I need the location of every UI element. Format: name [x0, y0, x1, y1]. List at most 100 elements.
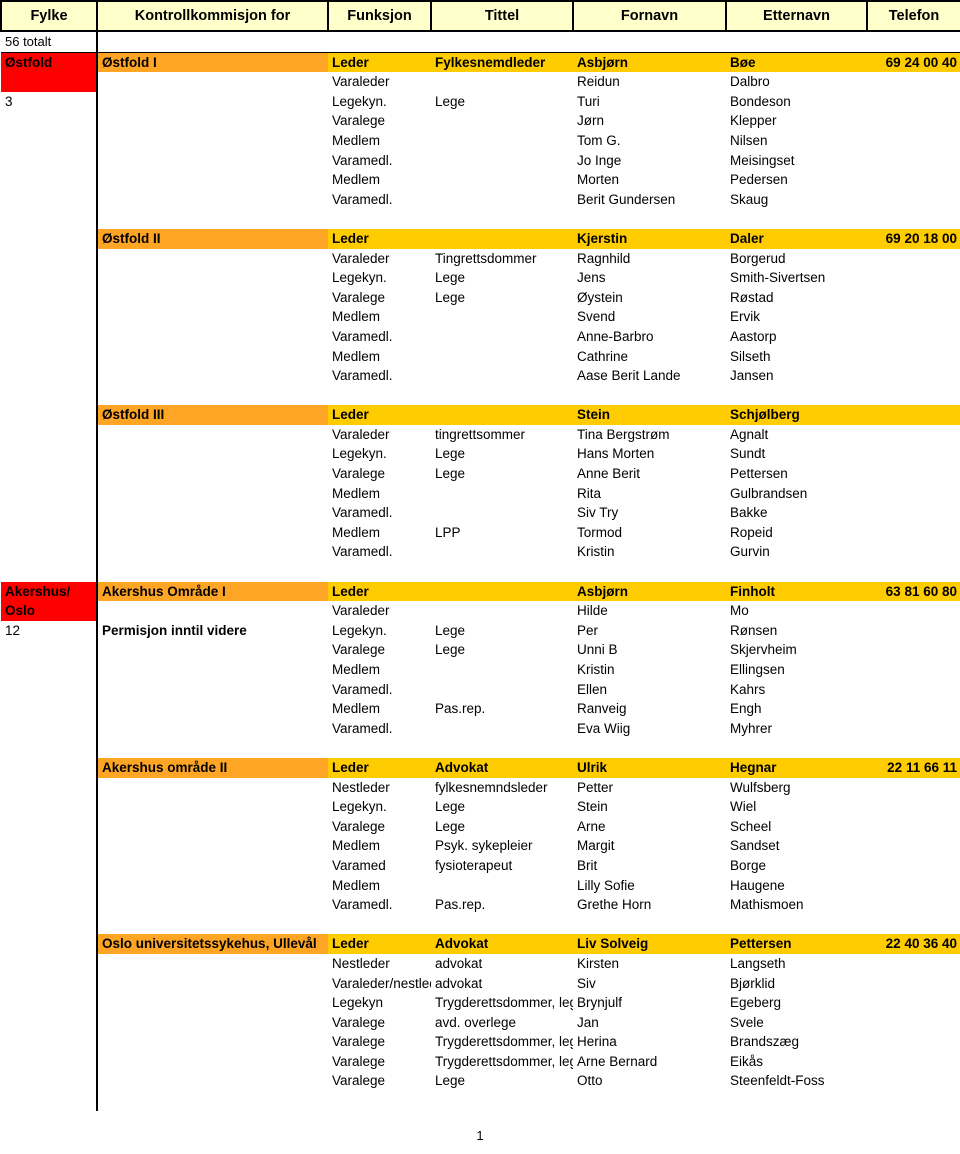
member-fornavn-cell: Reidun: [577, 74, 620, 90]
commission-blank-cell: [97, 484, 328, 504]
fylke-spacer-cell: [1, 875, 98, 896]
totals-empty-cell: [726, 31, 867, 53]
commission-tittel-cell: Advokat: [431, 934, 573, 954]
fylke-spacer-cell: [1, 738, 98, 758]
commission-blank-cell: [97, 1071, 328, 1091]
member-row: Varalege Lege Anne Berit Pettersen: [1, 464, 960, 484]
member-fornavn-cell: Turi: [577, 93, 600, 109]
commission-name-cell: Akershus område II: [97, 757, 328, 778]
member-telefon-cell: [867, 836, 960, 856]
member-funksjon-cell: Medlem: [332, 485, 381, 501]
member-funksjon-cell: Varalege: [332, 1073, 386, 1089]
member-row: Medlem Kristin Ellingsen: [1, 660, 960, 680]
fylke-spacer-cell: [1, 1012, 98, 1033]
column-header-tittel: Tittel: [430, 0, 574, 32]
totals-empty-cell: [97, 31, 328, 53]
commission-blank-cell: [97, 111, 328, 131]
member-funksjon-cell: Medlem: [332, 838, 381, 854]
member-telefon-cell: [867, 523, 960, 543]
spacer-cell: [573, 386, 726, 406]
member-fornavn-cell: Siv Try: [577, 505, 619, 521]
spacer-cell: [573, 562, 726, 582]
commission-blank-cell: [97, 444, 328, 464]
commission-blank-cell: [97, 503, 328, 523]
member-fornavn-cell: Tormod: [577, 524, 623, 540]
commission-fornavn-cell: Kjerstin: [573, 228, 726, 249]
commission-telefon-cell: 69 24 00 40: [867, 52, 960, 73]
member-row: Varamedl. Kristin Gurvin: [1, 542, 960, 563]
member-telefon-cell: [867, 131, 960, 151]
member-tittel-cell: Tingrettsdommer: [435, 250, 537, 266]
member-fornavn-cell: Ellen: [577, 681, 608, 697]
fylke-spacer-cell: [1, 660, 98, 680]
member-funksjon-cell: Varalege: [332, 1053, 386, 1069]
spacer-cell: [726, 562, 867, 582]
member-tittel-cell: [431, 327, 573, 347]
commission-blank-cell: [97, 836, 328, 856]
member-fornavn-cell: Ragnhild: [577, 250, 631, 266]
commission-blank-cell: [97, 1052, 328, 1072]
member-telefon-cell: [867, 484, 960, 504]
member-funksjon-cell: Medlem: [332, 662, 381, 677]
commission-blank-cell: [97, 425, 328, 445]
member-fornavn-cell: Stein: [577, 799, 608, 815]
member-tittel-cell: Trygderettsdommer, lege: [435, 1034, 573, 1050]
block-spacer-row: [1, 209, 960, 229]
member-etternavn-cell: Sandset: [730, 838, 780, 854]
fylke-spacer-cell: [1, 562, 98, 582]
fylke-spacer-cell: [1, 111, 98, 131]
member-row: Varalege Lege Otto Steenfeldt-Foss: [1, 1071, 960, 1092]
commission-blank-cell: [97, 640, 328, 660]
spacer-cell: [726, 738, 867, 758]
member-row: Nestleder advokat Kirsten Langseth: [1, 953, 960, 974]
member-row: Medlem Lilly Sofie Haugene: [1, 875, 960, 896]
member-funksjon-cell: Legekyn: [332, 995, 384, 1011]
totals-empty-cell: [431, 31, 573, 53]
member-row: Medlem Morten Pedersen: [1, 170, 960, 190]
column-header-fornavn: Fornavn: [572, 0, 727, 32]
member-etternavn-cell: Pedersen: [730, 172, 788, 188]
commission-blank-cell: [97, 307, 328, 327]
member-tittel-cell: [431, 190, 573, 210]
member-etternavn-cell: Agnalt: [730, 426, 769, 442]
member-telefon-cell: [867, 366, 960, 386]
member-row: Medlem Tom G. Nilsen: [1, 130, 960, 151]
member-funksjon-cell: Medlem: [332, 348, 381, 364]
block-spacer-row: [1, 914, 960, 935]
member-tittel-cell: Lege: [435, 289, 466, 305]
member-tittel-cell: [431, 660, 573, 680]
block-spacer-row: [1, 1091, 960, 1111]
column-header-kontrollkommisjon-for: Kontrollkommisjon for: [96, 0, 329, 32]
fylke-spacer-cell: [1, 444, 98, 465]
member-tittel-cell: Pas.rep.: [435, 701, 486, 717]
commission-blank-cell: [97, 249, 328, 269]
member-funksjon-cell: Varamed: [332, 857, 386, 873]
member-fornavn-cell: Kirsten: [577, 955, 620, 971]
member-telefon-cell: [867, 347, 960, 367]
commission-blank-cell: [97, 680, 328, 700]
fylke-spacer-cell: [1, 1091, 98, 1111]
member-fornavn-cell: Anne Berit: [577, 466, 641, 482]
totals-label: 56 totalt: [1, 31, 98, 53]
commission-blank-cell: [97, 542, 328, 562]
commission-funksjon-cell: Leder: [328, 581, 431, 602]
spacer-cell: [97, 915, 328, 935]
member-tittel-cell: Lege: [435, 642, 466, 658]
member-fornavn-cell: Per: [577, 622, 599, 638]
member-tittel-cell: [431, 131, 573, 151]
spacer-cell: [573, 915, 726, 935]
member-row: Medlem LPP Tormod Ropeid: [1, 522, 960, 543]
column-header-fylke: Fylke: [0, 0, 98, 32]
member-tittel-cell: [431, 72, 573, 92]
totals-empty-cell: [867, 31, 960, 53]
member-telefon-cell: [867, 660, 960, 680]
spacer-cell: [726, 915, 867, 935]
member-row: Varalege Lege Unni B Skjervheim: [1, 640, 960, 660]
fylke-spacer-cell: [1, 189, 98, 210]
member-fornavn-cell: Grethe Horn: [577, 897, 652, 913]
member-telefon-cell: [867, 249, 960, 269]
member-telefon-cell: [867, 640, 960, 660]
member-tittel-cell: [431, 484, 573, 504]
commission-blank-cell: [97, 72, 328, 92]
member-etternavn-cell: Røstad: [730, 289, 774, 305]
